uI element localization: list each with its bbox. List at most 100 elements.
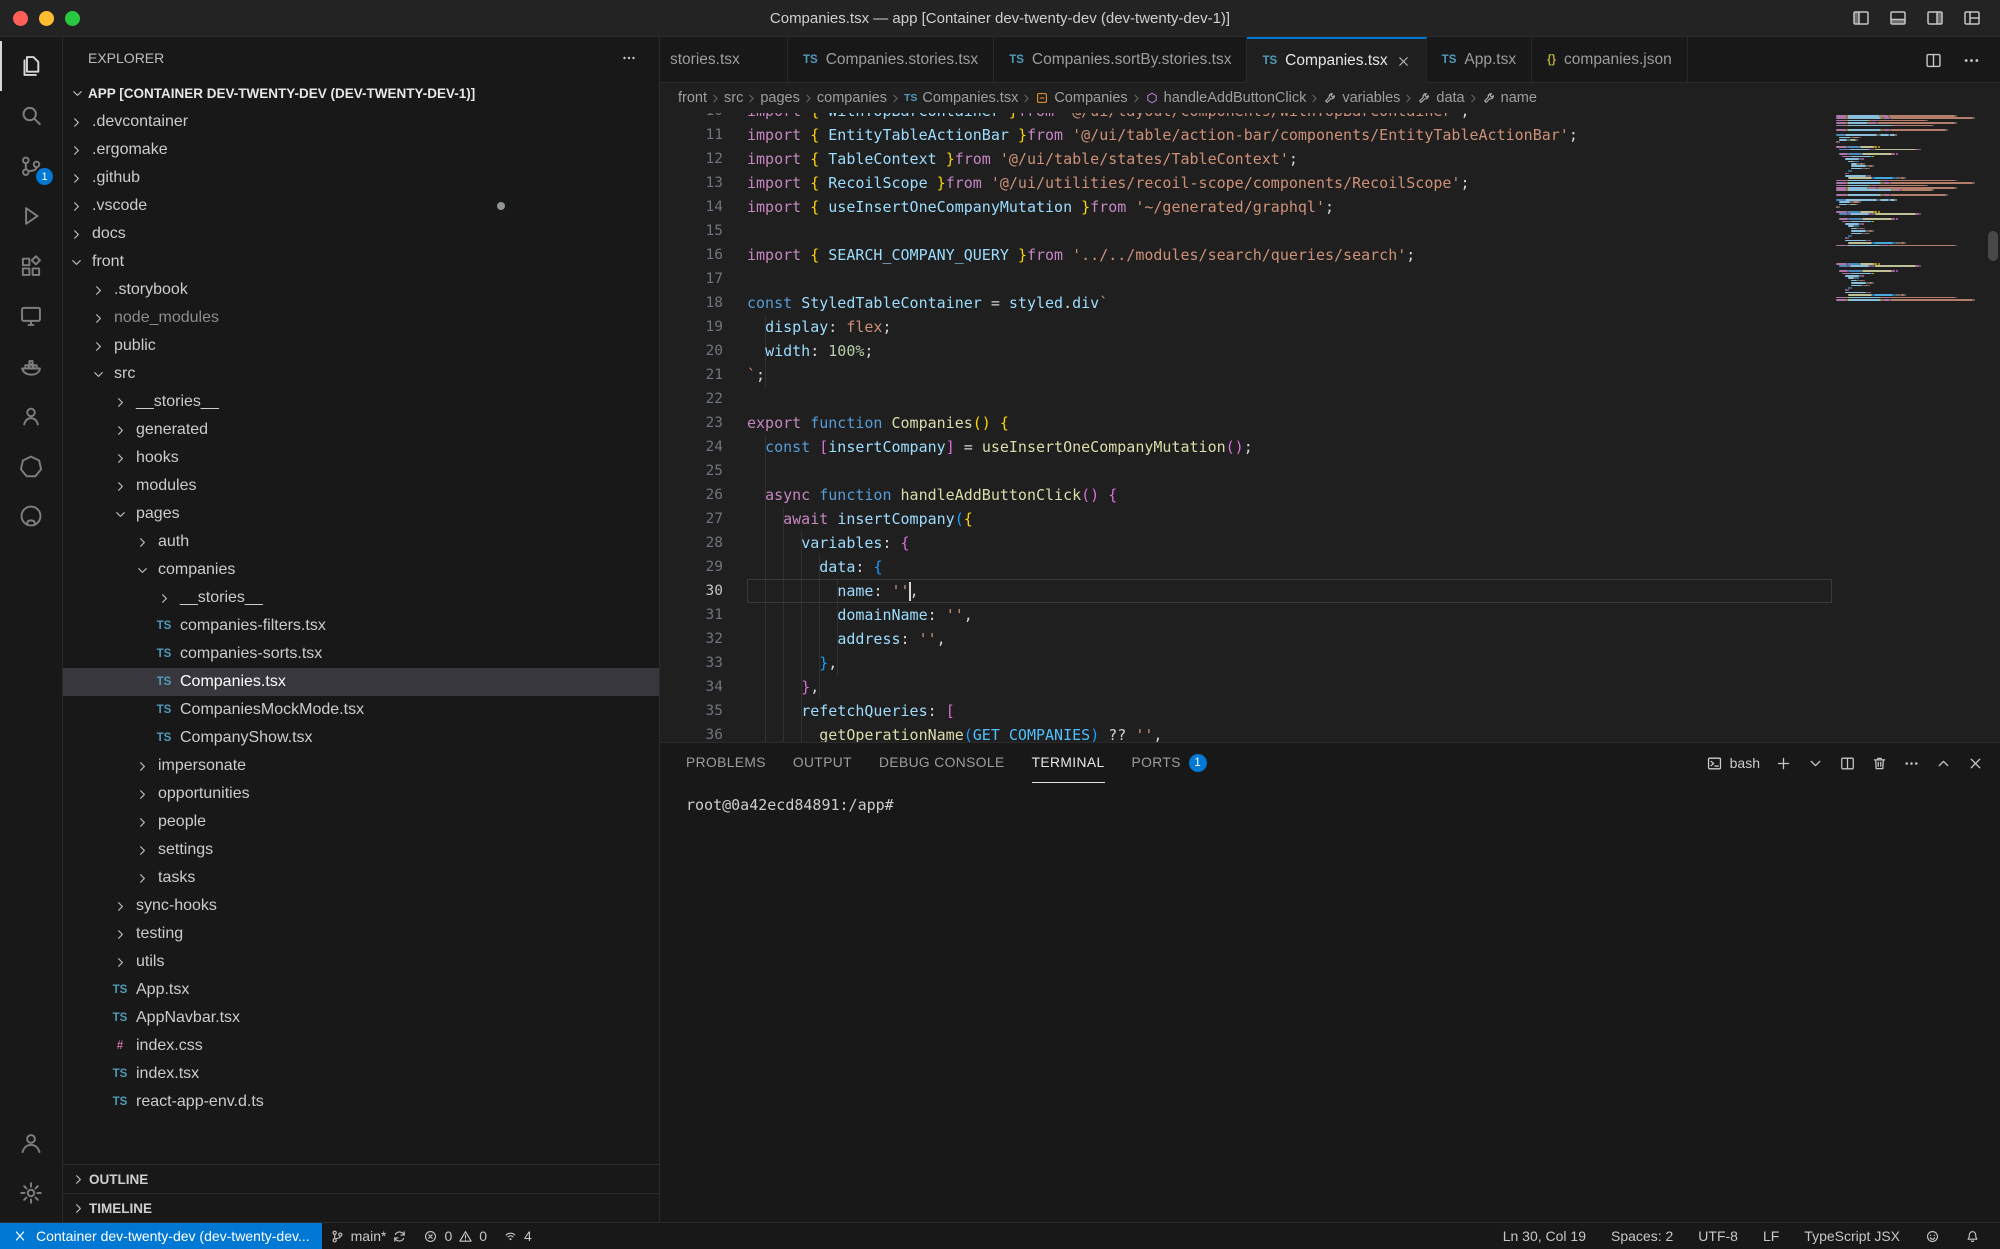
- code-line-19[interactable]: 19 display: flex;: [660, 315, 2000, 339]
- activity-extensions[interactable]: [0, 241, 62, 291]
- tree-item-people[interactable]: people: [63, 808, 659, 836]
- tree-item-react-app-env-d-ts[interactable]: TSreact-app-env.d.ts: [63, 1088, 659, 1116]
- layout-panel-icon[interactable]: [1888, 8, 1908, 28]
- tree-item-generated[interactable]: generated: [63, 416, 659, 444]
- tree-item-companies-filters-tsx[interactable]: TScompanies-filters.tsx: [63, 612, 659, 640]
- language-mode-status[interactable]: TypeScript JSX: [1796, 1228, 1908, 1244]
- code-line-13[interactable]: 13import { RecoilScope }from '@/ui/utili…: [660, 171, 2000, 195]
- code-line-34[interactable]: 34 },: [660, 675, 2000, 699]
- tree-item-auth[interactable]: auth: [63, 528, 659, 556]
- breadcrumb-item-pages[interactable]: pages: [760, 90, 800, 106]
- feedback-status[interactable]: [1917, 1229, 1948, 1244]
- breadcrumb-item-handleaddbuttonclick[interactable]: handleAddButtonClick: [1145, 90, 1307, 106]
- close-window-button[interactable]: [13, 11, 28, 26]
- split-terminal-icon[interactable]: [1839, 755, 1856, 772]
- tab-companies-tsx[interactable]: TSCompanies.tsx: [1247, 37, 1426, 83]
- cursor-position-status[interactable]: Ln 30, Col 19: [1495, 1228, 1594, 1244]
- tree-item-front[interactable]: front: [63, 248, 659, 276]
- tree-item-tasks[interactable]: tasks: [63, 864, 659, 892]
- code-line-28[interactable]: 28 variables: {: [660, 531, 2000, 555]
- scrollbar-slider[interactable]: [1988, 231, 1998, 261]
- code-line-25[interactable]: 25: [660, 459, 2000, 483]
- tab-stories-tsx[interactable]: stories.tsx: [660, 37, 788, 83]
- eol-status[interactable]: LF: [1755, 1228, 1787, 1244]
- layout-sidebar-left-icon[interactable]: [1851, 8, 1871, 28]
- indentation-status[interactable]: Spaces: 2: [1603, 1228, 1681, 1244]
- tree-item-testing[interactable]: testing: [63, 920, 659, 948]
- tab-companies-json[interactable]: {}companies.json: [1532, 37, 1688, 83]
- close-panel-icon[interactable]: [1967, 755, 1984, 772]
- code-line-33[interactable]: 33 },: [660, 651, 2000, 675]
- code-line-32[interactable]: 32 address: '',: [660, 627, 2000, 651]
- problems-status[interactable]: 00: [415, 1223, 495, 1249]
- tree-item-stories[interactable]: __stories__: [63, 388, 659, 416]
- tree-item-vscode[interactable]: .vscode: [63, 192, 659, 220]
- sidebar-section-outline[interactable]: OUTLINE: [63, 1164, 659, 1193]
- maximize-panel-icon[interactable]: [1935, 755, 1952, 772]
- views-more-actions-icon[interactable]: [621, 50, 637, 66]
- code-line-35[interactable]: 35 refetchQueries: [: [660, 699, 2000, 723]
- code-line-16[interactable]: 16import { SEARCH_COMPANY_QUERY }from '.…: [660, 243, 2000, 267]
- activity-docker[interactable]: [0, 341, 62, 391]
- zoom-window-button[interactable]: [65, 11, 80, 26]
- tree-item-settings[interactable]: settings: [63, 836, 659, 864]
- tree-item-storybook[interactable]: .storybook: [63, 276, 659, 304]
- code-line-18[interactable]: 18const StyledTableContainer = styled.di…: [660, 291, 2000, 315]
- layout-customize-icon[interactable]: [1962, 8, 1982, 28]
- activity-github[interactable]: [0, 491, 62, 541]
- terminal-output[interactable]: root@0a42ecd84891:/app#: [660, 783, 2000, 1222]
- tree-item-sync-hooks[interactable]: sync-hooks: [63, 892, 659, 920]
- panel-tab-problems[interactable]: PROBLEMS: [686, 743, 766, 783]
- tab-app-tsx[interactable]: TSApp.tsx: [1427, 37, 1532, 83]
- launch-profile-icon[interactable]: [1807, 755, 1824, 772]
- more-actions-icon[interactable]: [1903, 755, 1920, 772]
- tree-item-companies-tsx[interactable]: TSCompanies.tsx: [63, 668, 659, 696]
- panel-tab-debug-console[interactable]: DEBUG CONSOLE: [879, 743, 1005, 783]
- code-line-30[interactable]: 30 name: '',: [660, 579, 2000, 603]
- panel-tab-terminal[interactable]: TERMINAL: [1032, 743, 1105, 783]
- code-line-20[interactable]: 20 width: 100%;: [660, 339, 2000, 363]
- code-line-31[interactable]: 31 domainName: '',: [660, 603, 2000, 627]
- close-icon[interactable]: [1396, 54, 1411, 69]
- tree-item-ergomake[interactable]: .ergomake: [63, 136, 659, 164]
- remote-indicator[interactable]: Container dev-twenty-dev (dev-twenty-dev…: [0, 1223, 322, 1249]
- tree-item-hooks[interactable]: hooks: [63, 444, 659, 472]
- tree-item-public[interactable]: public: [63, 332, 659, 360]
- minimize-window-button[interactable]: [39, 11, 54, 26]
- tree-item-impersonate[interactable]: impersonate: [63, 752, 659, 780]
- activity-source-control[interactable]: 1: [0, 141, 62, 191]
- tree-item-pages[interactable]: pages: [63, 500, 659, 528]
- code-line-17[interactable]: 17: [660, 267, 2000, 291]
- tree-item-index-css[interactable]: #index.css: [63, 1032, 659, 1060]
- breadcrumb-item-data[interactable]: data: [1417, 90, 1464, 106]
- code-editor[interactable]: 10import { WithTopBarContainer }from '@/…: [660, 113, 2000, 742]
- layout-sidebar-right-icon[interactable]: [1925, 8, 1945, 28]
- more-actions-icon[interactable]: [1962, 51, 1981, 70]
- sidebar-section-timeline[interactable]: TIMELINE: [63, 1193, 659, 1222]
- breadcrumb-item-companies[interactable]: companies: [817, 90, 887, 106]
- code-line-24[interactable]: 24 const [insertCompany] = useInsertOneC…: [660, 435, 2000, 459]
- breadcrumb-item-src[interactable]: src: [724, 90, 743, 106]
- notifications-status[interactable]: [1957, 1229, 1988, 1244]
- split-editor-icon[interactable]: [1924, 51, 1943, 70]
- tab-companies-stories-tsx[interactable]: TSCompanies.stories.tsx: [788, 37, 994, 83]
- minimap[interactable]: [1834, 113, 1986, 742]
- breadcrumb-item-name[interactable]: name: [1482, 90, 1537, 106]
- breadcrumb-item-companies[interactable]: Companies: [1035, 90, 1127, 106]
- tree-item-stories[interactable]: __stories__: [63, 584, 659, 612]
- breadcrumb-item-front[interactable]: front: [678, 90, 707, 106]
- tree-item-node-modules[interactable]: node_modules: [63, 304, 659, 332]
- code-line-10[interactable]: 10import { WithTopBarContainer }from '@/…: [660, 113, 2000, 123]
- code-line-14[interactable]: 14import { useInsertOneCompanyMutation }…: [660, 195, 2000, 219]
- tree-item-src[interactable]: src: [63, 360, 659, 388]
- code-line-15[interactable]: 15: [660, 219, 2000, 243]
- activity-search[interactable]: [0, 91, 62, 141]
- activity-settings[interactable]: [0, 1168, 62, 1218]
- code-line-26[interactable]: 26 async function handleAddButtonClick()…: [660, 483, 2000, 507]
- activity-remote-explorer[interactable]: [0, 291, 62, 341]
- tree-item-index-tsx[interactable]: TSindex.tsx: [63, 1060, 659, 1088]
- workspace-section-header[interactable]: APP [CONTAINER DEV-TWENTY-DEV (DEV-TWENT…: [63, 79, 659, 108]
- panel-tab-output[interactable]: OUTPUT: [793, 743, 852, 783]
- tree-item-appnavbar-tsx[interactable]: TSAppNavbar.tsx: [63, 1004, 659, 1032]
- tree-item-modules[interactable]: modules: [63, 472, 659, 500]
